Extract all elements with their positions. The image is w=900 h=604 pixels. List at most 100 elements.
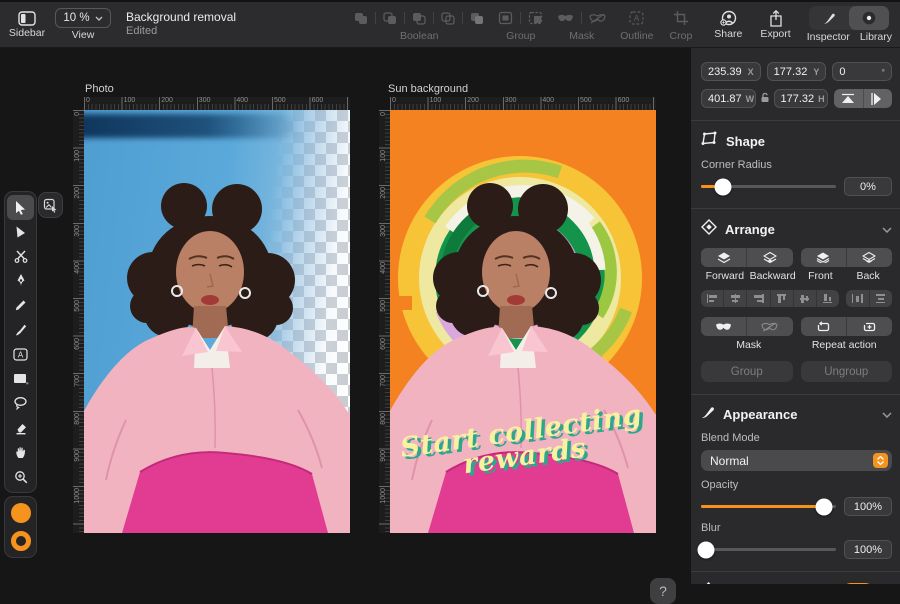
- export-button[interactable]: Export: [760, 2, 791, 47]
- share-label: Share: [714, 27, 743, 40]
- selection-options-button[interactable]: [38, 192, 63, 218]
- library-tab[interactable]: [849, 6, 890, 31]
- distribute-vertical-button[interactable]: [868, 290, 893, 307]
- opacity-value[interactable]: 100%: [844, 497, 892, 516]
- tool-palette: A: [4, 191, 37, 493]
- group-button[interactable]: Group: [701, 361, 793, 382]
- group-icon[interactable]: [498, 11, 513, 25]
- align-center-h-button[interactable]: [723, 290, 746, 307]
- zoom-value: 10 %: [63, 12, 90, 25]
- brush-tool[interactable]: [7, 318, 34, 343]
- export-label: Export: [760, 27, 791, 40]
- blend-mode-dropdown[interactable]: Normal: [701, 450, 892, 471]
- zoom-tool[interactable]: [7, 465, 34, 490]
- canvas-area[interactable]: Photo 0 100 200 300 400 500 600 0 100 200 300 400 5…: [0, 48, 690, 604]
- repeat-action-button[interactable]: [801, 317, 846, 336]
- inspector-library-segment: Inspector Library: [807, 2, 892, 47]
- ungroup-button[interactable]: Ungroup: [800, 361, 892, 382]
- hand-tool[interactable]: [7, 440, 34, 465]
- unmask-icon[interactable]: [589, 13, 606, 24]
- library-tab-label: Library: [859, 31, 892, 44]
- scissors-tool[interactable]: [7, 244, 34, 269]
- rotation-field[interactable]: 0 °: [832, 62, 893, 81]
- ruler-vertical-photo: 0 100 200 300 400 500 600 700 800 900 1000: [73, 110, 84, 533]
- width-unit-label: W: [745, 93, 755, 104]
- align-right-button[interactable]: [746, 290, 769, 307]
- sidebar-icon: [18, 11, 36, 26]
- boolean-exclude-icon[interactable]: [441, 12, 455, 25]
- aspect-lock-icon[interactable]: [760, 90, 770, 108]
- height-unit-label: H: [818, 93, 825, 104]
- boolean-divide-icon[interactable]: [470, 12, 484, 25]
- arrange-icon: [701, 219, 717, 240]
- boolean-subtract-icon[interactable]: [383, 12, 397, 25]
- artboard-title-photo[interactable]: Photo: [85, 83, 114, 95]
- height-field[interactable]: 177.32 H: [773, 89, 828, 108]
- opacity-slider[interactable]: [701, 498, 836, 515]
- shape-tool[interactable]: [7, 367, 34, 392]
- eraser-tool[interactable]: [7, 416, 34, 441]
- send-to-back-button[interactable]: [845, 248, 892, 267]
- lasso-tool[interactable]: [7, 391, 34, 416]
- bring-forward-button[interactable]: [701, 248, 746, 267]
- blur-slider[interactable]: [697, 541, 836, 558]
- release-mask-button[interactable]: [746, 317, 792, 336]
- forward-backward-segment: [701, 248, 793, 267]
- y-position-field[interactable]: 177.32 Y: [766, 62, 827, 81]
- flip-horizontal-button[interactable]: [864, 89, 893, 108]
- bring-to-front-button[interactable]: [801, 248, 846, 267]
- align-left-button[interactable]: [701, 290, 723, 307]
- share-button[interactable]: Share: [714, 2, 742, 47]
- outline-icon[interactable]: A: [629, 11, 644, 25]
- sidebar-toggle-button[interactable]: Sidebar: [0, 2, 54, 47]
- corner-radius-value[interactable]: 0%: [844, 177, 892, 196]
- mask-segment-label: Mask: [736, 339, 762, 351]
- svg-text:A: A: [634, 14, 640, 23]
- send-backward-button[interactable]: [746, 248, 792, 267]
- rotation-unit-label: °: [881, 66, 886, 77]
- pencil-tool[interactable]: [7, 293, 34, 318]
- blur-value[interactable]: 100%: [844, 540, 892, 559]
- y-unit-label: Y: [813, 66, 820, 77]
- crop-label: Crop: [669, 30, 693, 43]
- group-tools: Group: [498, 2, 543, 47]
- inspector-tab-label: Inspector: [806, 31, 850, 44]
- zoom-view-control[interactable]: 10 % View: [54, 2, 112, 47]
- arrange-collapse-chevron-icon[interactable]: [882, 226, 892, 233]
- x-position-field[interactable]: 235.39 X: [701, 62, 761, 81]
- crop-tool: Crop: [669, 2, 693, 47]
- group-tools-label: Group: [506, 30, 536, 43]
- mask-icon[interactable]: [557, 13, 574, 24]
- ungroup-icon[interactable]: [528, 11, 543, 25]
- apply-mask-button[interactable]: [701, 317, 746, 336]
- rotation-value: 0: [839, 65, 846, 78]
- select-tool[interactable]: [7, 195, 34, 220]
- stroke-color-swatch[interactable]: [10, 531, 31, 551]
- align-bottom-button[interactable]: [815, 290, 839, 307]
- help-button[interactable]: ?: [650, 578, 676, 604]
- boolean-intersect-icon[interactable]: [412, 12, 426, 25]
- pen-tool[interactable]: [7, 269, 34, 294]
- fill-color-swatch[interactable]: [10, 503, 31, 523]
- photo-person-image[interactable]: [84, 110, 350, 533]
- repeat-plus-button[interactable]: [845, 317, 892, 336]
- align-middle-v-button[interactable]: [792, 290, 816, 307]
- align-buttons: [701, 290, 839, 307]
- align-top-button[interactable]: [769, 290, 793, 307]
- node-select-tool[interactable]: [7, 220, 34, 245]
- width-field[interactable]: 401.87 W: [701, 89, 756, 108]
- artboard-sun-background[interactable]: Start collecting rewards: [390, 110, 656, 533]
- appearance-collapse-chevron-icon[interactable]: [882, 411, 892, 418]
- crop-icon[interactable]: [673, 11, 688, 26]
- repeat-segment-label: Repeat action: [811, 339, 877, 351]
- corner-radius-slider[interactable]: [701, 178, 836, 195]
- flip-vertical-button[interactable]: [834, 89, 864, 108]
- y-value: 177.32: [773, 65, 808, 78]
- blend-mode-value: Normal: [710, 453, 749, 468]
- artboard-photo[interactable]: [84, 110, 350, 533]
- distribute-horizontal-button[interactable]: [846, 290, 869, 307]
- boolean-union-icon[interactable]: [354, 12, 368, 25]
- artboard-title-sun[interactable]: Sun background: [388, 83, 468, 95]
- text-tool[interactable]: A: [7, 342, 34, 367]
- inspector-tab[interactable]: [809, 6, 849, 30]
